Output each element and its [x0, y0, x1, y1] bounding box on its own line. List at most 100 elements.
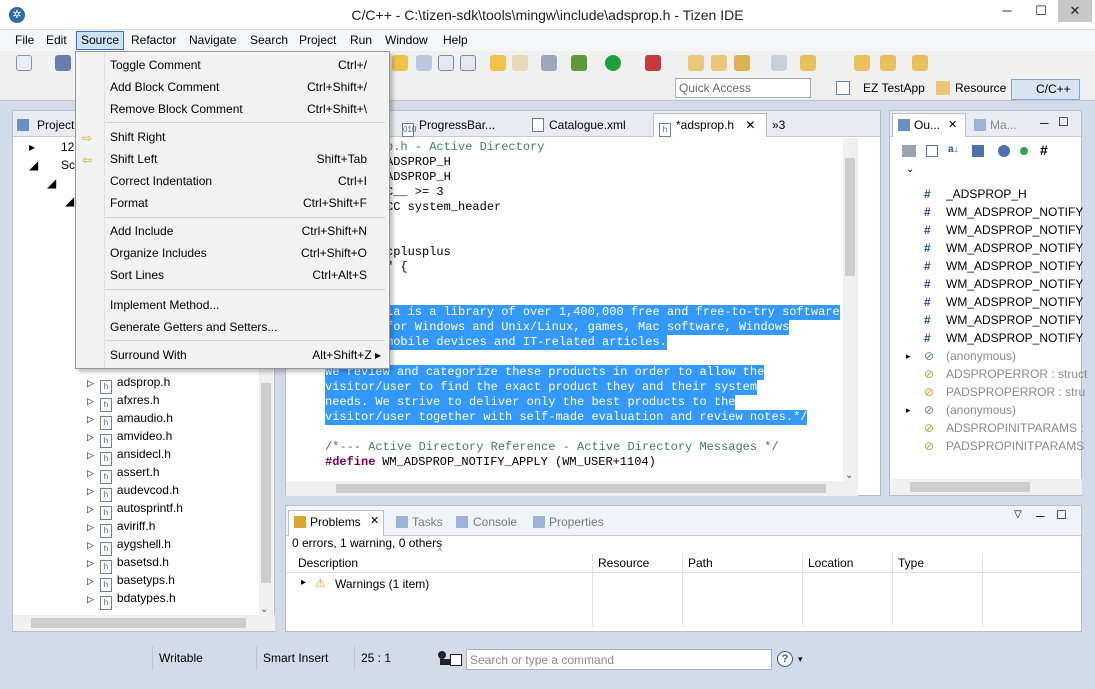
tree-expander-icon[interactable]: ▸: [906, 347, 911, 365]
redo-icon[interactable]: [512, 55, 528, 71]
tree-expander-icon[interactable]: ◢: [29, 156, 38, 174]
new-icon[interactable]: [16, 55, 32, 71]
menu-item-sort-lines[interactable]: Sort Lines: [110, 265, 164, 285]
tree-expander-icon[interactable]: ▷: [87, 558, 94, 568]
menu-refactor[interactable]: Refactor: [131, 33, 176, 47]
table-row[interactable]: ▸ ⚠ Warnings (1 item): [286, 574, 1081, 594]
menu-window[interactable]: Window: [385, 33, 428, 47]
menu-item-implement-method[interactable]: Implement Method...: [110, 295, 219, 315]
run-icon[interactable]: [605, 55, 621, 71]
tab-tasks[interactable]: Tasks: [412, 515, 443, 529]
annotation-icon[interactable]: [771, 55, 787, 71]
open-type-icon[interactable]: [688, 55, 704, 71]
tree-expander-icon[interactable]: ▷: [87, 540, 94, 550]
tree-expander-icon[interactable]: ▸: [29, 138, 35, 156]
scroll-down-icon[interactable]: ⌄: [845, 470, 853, 481]
tree-expander-icon[interactable]: ◢: [47, 174, 56, 192]
tree-expander-icon[interactable]: ▷: [87, 486, 94, 496]
dropdown-icon[interactable]: ▾: [798, 654, 803, 665]
editor-hscrollbar[interactable]: [286, 481, 858, 496]
list-item[interactable]: ⊘ ADSPROPINITPARAMS :: [924, 419, 1084, 437]
menu-item-add-include[interactable]: Add Include: [110, 221, 173, 241]
command-search-input[interactable]: Search or type a command: [466, 649, 772, 670]
tab-outline[interactable]: Ou...: [914, 118, 940, 132]
tree-expander-icon[interactable]: ▷: [87, 522, 94, 532]
tree-expander-icon[interactable]: ▷: [87, 378, 94, 388]
perspective-resource[interactable]: Resource: [955, 79, 1006, 100]
help-icon[interactable]: ?: [777, 651, 793, 667]
menu-item-organize-includes[interactable]: Organize Includes: [110, 243, 207, 263]
tree-expander-icon[interactable]: ▸: [906, 401, 911, 419]
find-action-icon[interactable]: [438, 651, 462, 667]
explorer-scrollbar[interactable]: ⌄: [259, 369, 273, 615]
tree-expander-icon[interactable]: ▷: [87, 594, 94, 604]
collapse-icon[interactable]: [926, 145, 938, 157]
list-item[interactable]: # WM_ADSPROP_NOTIFY: [924, 221, 1083, 239]
menu-item-add-block-comment[interactable]: Add Block Comment: [110, 77, 219, 97]
tree-row-partial-2[interactable]: Sc: [61, 156, 75, 174]
scroll-down-icon[interactable]: ⌄: [260, 604, 268, 615]
maximize-view-icon[interactable]: ☐: [1058, 115, 1069, 129]
list-item[interactable]: ▷ h adsprop.h: [87, 373, 170, 394]
forward-nav-icon[interactable]: [912, 55, 928, 71]
list-item[interactable]: # WM_ADSPROP_NOTIFY: [924, 239, 1083, 257]
tree-expander-icon[interactable]: ▷: [87, 432, 94, 442]
quick-access-input[interactable]: Quick Access: [675, 78, 811, 98]
close-tab-icon[interactable]: ✕: [948, 118, 957, 131]
close-tab-icon[interactable]: ✕: [370, 514, 379, 527]
skip-breakpoints-icon[interactable]: [541, 55, 557, 71]
minimize-view-icon[interactable]: ─: [1040, 116, 1049, 130]
search-icon[interactable]: [734, 55, 750, 71]
menu-item-remove-block-comment[interactable]: Remove Block Comment: [110, 99, 243, 119]
menu-help[interactable]: Help: [443, 33, 468, 47]
list-item[interactable]: ▷ h basetyps.h: [87, 571, 175, 592]
hide-macros-icon[interactable]: #: [1040, 142, 1048, 158]
group-icon[interactable]: [902, 145, 916, 157]
view-menu-icon[interactable]: ▽: [1014, 509, 1022, 520]
menu-item-surround-with[interactable]: Surround With: [110, 345, 187, 365]
tree-expander-icon[interactable]: ▷: [87, 396, 94, 406]
back-nav-icon[interactable]: [880, 55, 896, 71]
tab-console[interactable]: Console: [473, 515, 517, 529]
tree-row-partial-1[interactable]: 12: [61, 138, 74, 156]
tab-problems[interactable]: Problems: [310, 515, 361, 529]
list-item[interactable]: ▷ h afxres.h: [87, 391, 160, 412]
list-item[interactable]: ▷ h basetsd.h: [87, 553, 169, 574]
list-item[interactable]: ⊘ PADSPROPINITPARAMS: [924, 437, 1084, 455]
tree-expander-icon[interactable]: ▷: [87, 414, 94, 424]
list-item[interactable]: # WM_ADSPROP_NOTIFY: [924, 257, 1083, 275]
list-item[interactable]: # WM_ADSPROP_NOTIFY: [924, 293, 1083, 311]
list-item[interactable]: ⊘ ADSPROPERROR : struct: [924, 365, 1087, 383]
debug-icon[interactable]: [571, 55, 587, 71]
undo-icon[interactable]: [490, 55, 506, 71]
column-description[interactable]: Description: [298, 556, 358, 570]
column-location[interactable]: Location: [808, 556, 853, 570]
tree-expander-icon[interactable]: ◢: [65, 192, 74, 210]
list-item[interactable]: ▷ h aygshell.h: [87, 535, 171, 556]
external-tools-icon[interactable]: [645, 55, 661, 71]
menu-item-format[interactable]: Format: [110, 193, 148, 213]
perspective-ez-testapp[interactable]: EZ TestApp: [863, 79, 925, 100]
open-element-icon[interactable]: [711, 55, 727, 71]
tree-expander-icon[interactable]: ▷: [87, 504, 94, 514]
paragraph-icon[interactable]: [460, 55, 476, 71]
list-item[interactable]: ▷ h audevcod.h: [87, 481, 179, 502]
menu-item-shift-right[interactable]: Shift Right: [110, 127, 165, 147]
tab-adsprop-h[interactable]: h *adsprop.h ✕: [653, 113, 767, 137]
menu-item-toggle-comment[interactable]: Toggle Comment: [110, 55, 201, 75]
list-item[interactable]: # WM_ADSPROP_NOTIFY: [924, 329, 1083, 347]
maximize-icon[interactable]: ☐: [1024, 0, 1058, 22]
list-item[interactable]: # WM_ADSPROP_NOTIFY: [924, 203, 1083, 221]
menu-project[interactable]: Project: [299, 33, 336, 47]
tab-overflow[interactable]: »3: [772, 118, 785, 132]
list-item[interactable]: # WM_ADSPROP_NOTIFY: [924, 275, 1083, 293]
menu-source[interactable]: Source: [76, 31, 125, 50]
list-item[interactable]: ▸ ⊘ (anonymous): [906, 401, 1016, 419]
column-resource[interactable]: Resource: [598, 556, 649, 570]
menu-item-correct-indentation[interactable]: Correct Indentation: [110, 171, 212, 191]
tree-expander-icon[interactable]: ▷: [87, 576, 94, 586]
outline-hscrollbar[interactable]: [890, 479, 1082, 495]
open-perspective-icon[interactable]: [836, 81, 850, 95]
list-item[interactable]: ▷ h amvideo.h: [87, 427, 172, 448]
menu-item-generate-getters-and-setters[interactable]: Generate Getters and Setters...: [110, 317, 277, 337]
